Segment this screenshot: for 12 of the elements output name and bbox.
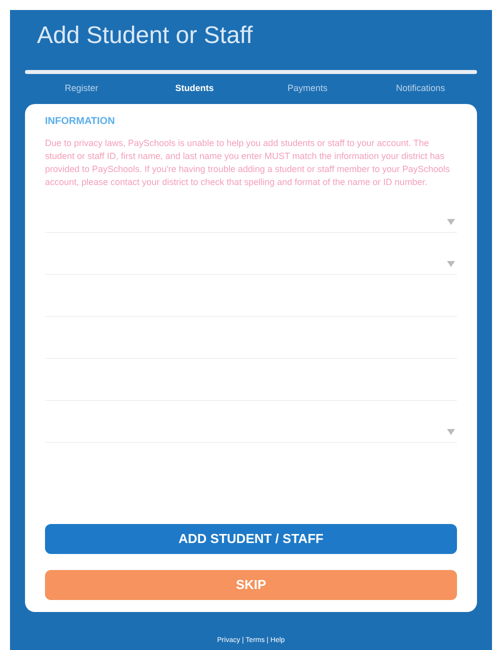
tab[interactable]: Students bbox=[138, 80, 251, 98]
page-title: Add Student or Staff bbox=[37, 21, 254, 51]
section-heading: INFORMATION bbox=[45, 115, 116, 129]
caret-icon bbox=[447, 260, 455, 266]
tab[interactable]: Register bbox=[25, 80, 138, 98]
add-button[interactable]: ADD STUDENT / STAFF bbox=[45, 524, 457, 554]
info-paragraph: Due to privacy laws, PaySchools is unable to help you add students or staff to your account. The student or staff ID, first name, and last name you enter MUST match the information your district has provided to PaySchools. If you're having trouble adding a student or staff member to your PaySchools account, please contact your district to check that spelling and format of the name or ID number. bbox=[45, 137, 451, 189]
caret-icon bbox=[447, 218, 455, 224]
caret-icon bbox=[447, 428, 455, 434]
skip-button[interactable]: SKIP bbox=[45, 570, 457, 600]
tab[interactable]: Notifications bbox=[364, 80, 477, 98]
tab[interactable]: Payments bbox=[251, 80, 364, 98]
